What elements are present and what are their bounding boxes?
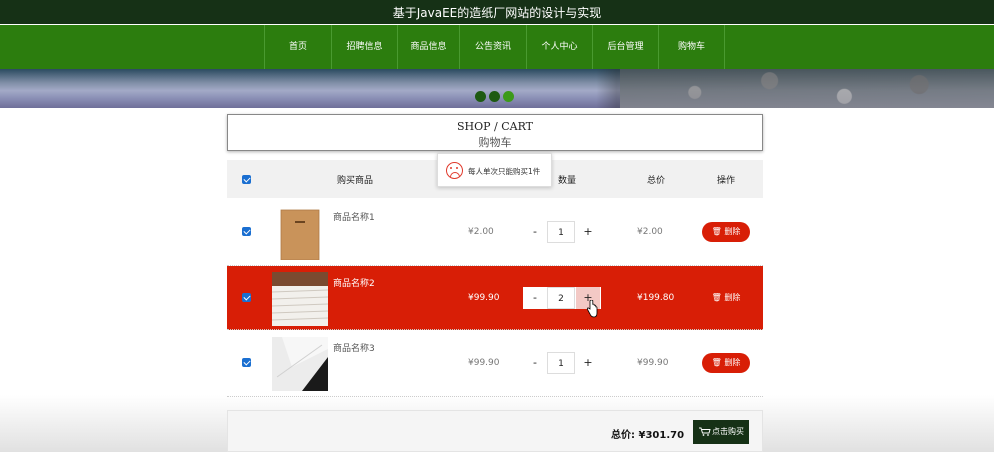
delete-button[interactable]: 🗑 删除 (702, 288, 750, 308)
table-row: 商品名称3 ¥99.90 - 1 + ¥99.90 🗑 删除 (227, 331, 763, 397)
tooltip-message: 每人单次只能购买1件 (468, 167, 541, 176)
top-bar: 基于JavaEE的造纸厂网站的设计与实现 (0, 0, 994, 24)
nav-item-admin[interactable]: 后台管理 (592, 25, 658, 69)
delete-button[interactable]: 🗑 删除 (702, 222, 750, 242)
qty-minus-button[interactable]: - (523, 352, 547, 374)
product-price: ¥99.90 (468, 358, 500, 368)
site-title: 基于JavaEE的造纸厂网站的设计与实现 (392, 6, 602, 20)
delete-label: 删除 (724, 358, 741, 367)
banner-image (0, 69, 994, 108)
product-thumbnail[interactable] (272, 206, 328, 260)
product-price: ¥99.90 (468, 293, 500, 303)
product-price: ¥2.00 (468, 227, 494, 237)
row-total: ¥2.00 (637, 227, 663, 237)
product-name[interactable]: 商品名称2 (333, 276, 375, 289)
trash-icon: 🗑 (711, 227, 722, 236)
page-title-zh: 购物车 (478, 136, 512, 149)
delete-button[interactable]: 🗑 删除 (702, 353, 750, 373)
total-label: 总价: (611, 430, 635, 441)
nav-item-news[interactable]: 公告资讯 (459, 25, 526, 69)
row-checkbox[interactable] (242, 227, 251, 236)
main-nav: 首页 招聘信息 商品信息 公告资讯 个人中心 后台管理 购物车 (0, 25, 994, 69)
row-total: ¥99.90 (637, 358, 669, 368)
qty-minus-button[interactable]: - (523, 287, 547, 309)
nav-item-home[interactable]: 首页 (264, 25, 331, 69)
quantity-stepper: - 1 + (523, 352, 601, 374)
carousel-dot-2[interactable] (489, 91, 500, 102)
grand-total: 总价: ¥301.70 (611, 426, 684, 441)
delete-label: 删除 (724, 293, 741, 302)
product-thumbnail[interactable] (272, 337, 328, 391)
cart-footer: 总价: ¥301.70 点击购买 (227, 410, 763, 452)
header-total: 总价 (647, 176, 666, 186)
qty-plus-button[interactable]: + (576, 221, 600, 243)
delete-label: 删除 (724, 227, 741, 236)
sad-face-icon (446, 162, 463, 179)
hand-cursor-icon (586, 300, 598, 318)
carousel-dot-1[interactable] (475, 91, 486, 102)
buy-button[interactable]: 点击购买 (693, 420, 749, 444)
product-name[interactable]: 商品名称3 (333, 341, 375, 354)
nav-item-profile[interactable]: 个人中心 (526, 25, 592, 69)
header-action: 操作 (717, 176, 736, 186)
qty-input[interactable]: 1 (547, 352, 575, 374)
nav-item-products[interactable]: 商品信息 (397, 25, 459, 69)
table-row: 商品名称2 ¥99.90 - 2 + ¥199.80 🗑 删除 (227, 266, 763, 330)
cart-icon (699, 427, 711, 436)
qty-input[interactable]: 1 (547, 221, 575, 243)
select-all-checkbox[interactable] (242, 175, 251, 184)
banner-rocks (620, 69, 994, 108)
total-value: ¥301.70 (638, 430, 685, 441)
quantity-stepper: - 1 + (523, 221, 601, 243)
header-qty: 数量 (558, 176, 577, 186)
trash-icon: 🗑 (711, 358, 722, 367)
qty-minus-button[interactable]: - (523, 221, 547, 243)
product-thumbnail[interactable] (272, 272, 328, 326)
qty-input[interactable]: 2 (547, 287, 575, 309)
carousel-dot-3[interactable] (503, 91, 514, 102)
qty-plus-button[interactable]: + (576, 352, 600, 374)
row-checkbox[interactable] (242, 293, 251, 302)
product-name[interactable]: 商品名称1 (333, 210, 375, 223)
row-checkbox[interactable] (242, 358, 251, 367)
header-product: 购买商品 (337, 176, 374, 186)
table-row: 商品名称1 ¥2.00 - 1 + ¥2.00 🗑 删除 (227, 200, 763, 266)
row-total: ¥199.80 (637, 293, 675, 303)
page-header-card: SHOP / CART 购物车 (227, 114, 763, 151)
buy-label: 点击购买 (712, 427, 744, 436)
limit-tooltip: 每人单次只能购买1件 (437, 153, 552, 187)
nav-item-jobs[interactable]: 招聘信息 (331, 25, 397, 69)
page-title-en: SHOP / CART (456, 120, 534, 133)
trash-icon: 🗑 (711, 293, 722, 302)
nav-item-cart[interactable]: 购物车 (658, 25, 725, 69)
